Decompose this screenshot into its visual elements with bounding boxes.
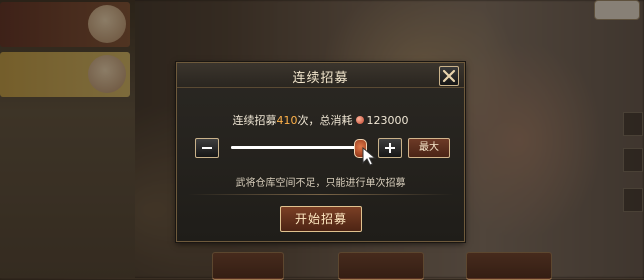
continuous-recruit-dialog: 连续招募 连续招募410次，总消耗 123000 最大 武将仓库空间不足，只能进行… [176,62,465,242]
minus-icon [202,147,212,149]
close-icon [442,69,456,83]
decrease-button[interactable] [195,138,219,158]
recruit-count: 410 [276,114,298,127]
divider [187,194,454,195]
summary-mid: 次，总消耗 [297,114,353,127]
dialog-title-bar: 连续招募 [177,63,464,88]
close-button[interactable] [439,66,459,86]
coin-icon [355,116,364,124]
slider-fill [231,146,360,149]
plus-icon [385,143,395,153]
max-button[interactable]: 最大 [408,138,450,158]
total-cost: 123000 [366,114,409,127]
cursor-icon [362,147,377,166]
recruit-summary: 连续招募410次，总消耗 123000 [177,112,464,128]
summary-prefix: 连续招募 [232,114,277,127]
count-slider[interactable] [231,146,363,149]
dialog-title: 连续招募 [292,71,349,86]
increase-button[interactable] [378,138,402,158]
warning-hint: 武将仓库空间不足，只能进行单次招募 [235,178,406,189]
start-recruit-button[interactable]: 开始招募 [280,206,362,232]
